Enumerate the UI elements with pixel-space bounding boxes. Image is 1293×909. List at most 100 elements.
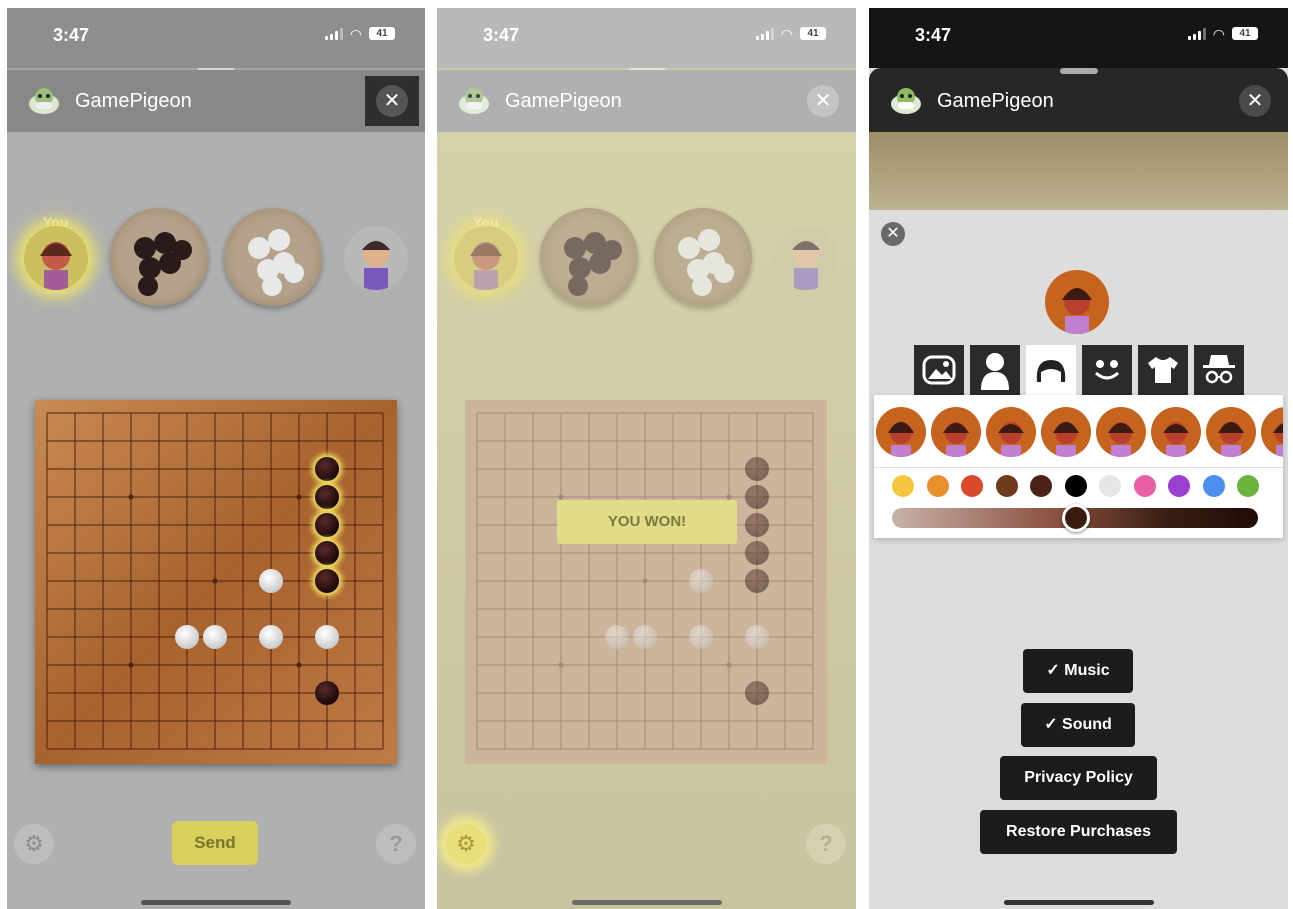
color-swatch[interactable] (1202, 475, 1225, 497)
home-indicator (141, 900, 291, 905)
music-toggle-button[interactable]: ✓ Music (1023, 649, 1133, 693)
gear-icon: ⚙ (456, 831, 476, 856)
app-title: GamePigeon (505, 90, 622, 112)
face-icon (1094, 360, 1120, 380)
privacy-policy-button[interactable]: Privacy Policy (1000, 756, 1157, 800)
avatar-preview (1045, 270, 1109, 334)
close-icon: ✕ (886, 225, 900, 242)
hair-style-option[interactable] (1151, 407, 1201, 457)
settings-close-button[interactable]: ✕ (881, 222, 905, 246)
hair-style-option[interactable] (1096, 407, 1146, 457)
tab-shirt[interactable] (1138, 345, 1188, 395)
gomoku-board[interactable] (35, 400, 397, 764)
avatar-face-icon (1108, 422, 1134, 457)
player-avatar-you (24, 226, 88, 290)
status-bar: 3:47 ◠ 41 (7, 8, 425, 68)
white-stone (633, 625, 657, 649)
close-icon: ✕ (814, 90, 832, 112)
white-stone (315, 625, 339, 649)
phone-screen-2: 3:47 ◠ 41 GamePigeon ✕ You YOU WON! ⚙ ? (437, 8, 856, 909)
tab-face[interactable] (1082, 345, 1132, 395)
help-button[interactable]: ? (806, 824, 846, 864)
white-stone-bowl (654, 208, 752, 306)
black-stone-bowl (110, 208, 208, 306)
close-button[interactable]: ✕ (807, 85, 839, 117)
close-icon: ✕ (383, 90, 401, 112)
hair-style-option[interactable] (1261, 407, 1283, 457)
white-stone (689, 569, 713, 593)
send-button[interactable]: Send (172, 821, 258, 865)
avatar-face-icon (1053, 422, 1079, 457)
player-avatar-you (454, 226, 518, 290)
gamepigeon-logo-icon (459, 88, 489, 114)
black-stone (315, 681, 339, 705)
game-backdrop (869, 132, 1288, 210)
color-swatch[interactable] (892, 475, 914, 497)
battery-icon: 41 (800, 27, 826, 40)
white-stone (259, 625, 283, 649)
app-title: GamePigeon (937, 90, 1054, 112)
status-time: 3:47 (915, 25, 952, 45)
shirt-icon (1148, 357, 1178, 383)
close-button[interactable]: ✕ (376, 85, 408, 117)
color-swatch[interactable] (1168, 475, 1190, 497)
app-header: GamePigeon ✕ (869, 70, 1288, 132)
phone-screen-1: 3:47 ◠ 41 GamePigeon ✕ You ⚙ Send ? (7, 8, 425, 909)
white-stones-icon (678, 229, 734, 296)
wifi-icon: ◠ (1212, 25, 1225, 42)
opponent-face-icon (792, 241, 820, 290)
tab-accessories[interactable] (1194, 345, 1244, 395)
status-icons: ◠ 41 (1187, 25, 1258, 42)
help-button[interactable]: ? (376, 824, 416, 864)
opponent-avatar (344, 226, 408, 290)
opponent-avatar (774, 226, 838, 290)
cellular-signal-icon (755, 27, 774, 40)
avatar-face-icon (1163, 422, 1189, 457)
settings-button[interactable]: ⚙ (14, 824, 54, 864)
black-stone (315, 485, 339, 509)
opponent-face-icon (362, 241, 390, 290)
color-swatch[interactable] (1133, 475, 1156, 497)
avatar-face-icon (943, 422, 969, 457)
board-grid (46, 412, 384, 750)
color-swatch[interactable] (926, 475, 949, 497)
color-swatch[interactable] (1030, 475, 1052, 497)
color-swatch[interactable] (995, 475, 1018, 497)
board-grid (476, 412, 814, 750)
white-stones-icon (248, 229, 304, 296)
sound-toggle-button[interactable]: ✓ Sound (1021, 703, 1135, 747)
white-stone-bowl (224, 208, 322, 306)
black-stone (745, 457, 769, 481)
screenshot-collage: 3:47 ◠ 41 GamePigeon ✕ You ⚙ Send ? 3:47… (0, 0, 1293, 909)
color-swatch[interactable] (1099, 475, 1121, 497)
hair-style-option[interactable] (1206, 407, 1256, 457)
hair-style-option[interactable] (986, 407, 1036, 457)
hair-style-option[interactable] (931, 407, 981, 457)
avatar-face-icon (1218, 422, 1244, 457)
color-swatch[interactable] (1237, 475, 1259, 497)
image-icon (922, 355, 956, 385)
restore-purchases-button[interactable]: Restore Purchases (980, 810, 1177, 854)
result-banner: YOU WON! (557, 500, 737, 544)
avatar-face-icon (998, 422, 1024, 457)
tab-body[interactable] (970, 345, 1020, 395)
home-indicator (571, 900, 722, 905)
black-stone (745, 485, 769, 509)
white-stone (745, 625, 769, 649)
black-stone (315, 457, 339, 481)
cellular-signal-icon (1187, 27, 1206, 40)
color-swatch[interactable] (1064, 475, 1087, 497)
gear-icon: ⚙ (24, 831, 44, 856)
tab-background[interactable] (914, 345, 964, 395)
close-button[interactable]: ✕ (1239, 85, 1271, 117)
hair-style-option[interactable] (876, 407, 926, 457)
color-swatch[interactable] (961, 475, 983, 497)
hair-style-option[interactable] (1041, 407, 1091, 457)
app-title: GamePigeon (75, 90, 192, 112)
app-header: GamePigeon ✕ (7, 70, 425, 132)
settings-button[interactable]: ⚙ (446, 824, 486, 864)
slider-knob[interactable] (1062, 504, 1090, 532)
avatar-face-icon (1273, 422, 1283, 457)
black-stone (745, 681, 769, 705)
gamepigeon-logo-icon (29, 88, 59, 114)
